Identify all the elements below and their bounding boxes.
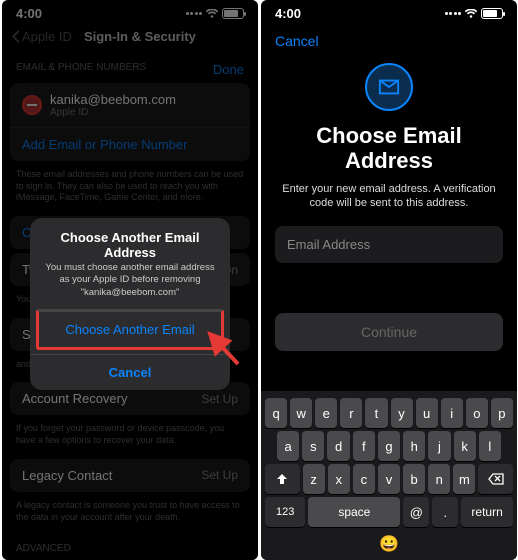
key-m[interactable]: m (453, 464, 475, 494)
battery-icon (481, 8, 503, 19)
email-input[interactable]: Email Address (275, 226, 503, 263)
at-key[interactable]: @ (403, 497, 429, 527)
settings-screen: 4:00 Apple ID Sign-In & Security EMAIL &… (2, 0, 258, 560)
screen-subtitle: Enter your new email address. A verifica… (261, 174, 517, 227)
key-j[interactable]: j (428, 431, 450, 461)
key-q[interactable]: q (265, 398, 287, 428)
screen-title: Choose Email Address (261, 123, 517, 174)
continue-button[interactable]: Continue (275, 313, 503, 351)
keyboard: qwertyuiop asdfghjkl zxcvbnm 123 space @… (261, 391, 517, 560)
alert-title: Choose Another Email Address (30, 218, 230, 262)
alert-dialog: Choose Another Email Address You must ch… (30, 218, 230, 390)
dot-key[interactable]: . (432, 497, 458, 527)
key-c[interactable]: c (353, 464, 375, 494)
key-w[interactable]: w (290, 398, 312, 428)
choose-another-email-button[interactable]: Choose Another Email (36, 309, 224, 350)
key-o[interactable]: o (466, 398, 488, 428)
numbers-key[interactable]: 123 (265, 497, 305, 527)
key-k[interactable]: k (454, 431, 476, 461)
key-t[interactable]: t (365, 398, 387, 428)
shift-key[interactable] (265, 464, 300, 494)
key-f[interactable]: f (353, 431, 375, 461)
alert-cancel-button[interactable]: Cancel (30, 354, 230, 390)
key-s[interactable]: s (302, 431, 324, 461)
key-h[interactable]: h (403, 431, 425, 461)
key-r[interactable]: r (340, 398, 362, 428)
status-bar: 4:00 (261, 0, 517, 23)
key-l[interactable]: l (479, 431, 501, 461)
key-u[interactable]: u (416, 398, 438, 428)
key-x[interactable]: x (328, 464, 350, 494)
return-key[interactable]: return (461, 497, 513, 527)
mail-icon (365, 63, 413, 111)
choose-email-screen: 4:00 Cancel Choose Email Address Enter y… (261, 0, 517, 560)
key-n[interactable]: n (428, 464, 450, 494)
key-g[interactable]: g (378, 431, 400, 461)
cancel-button[interactable]: Cancel (261, 23, 517, 59)
key-e[interactable]: e (315, 398, 337, 428)
alert-message: You must choose another email address as… (30, 262, 230, 309)
key-v[interactable]: v (378, 464, 400, 494)
wifi-icon (464, 9, 478, 19)
key-p[interactable]: p (491, 398, 513, 428)
space-key[interactable]: space (308, 497, 400, 527)
key-i[interactable]: i (441, 398, 463, 428)
key-a[interactable]: a (277, 431, 299, 461)
emoji-key[interactable]: 😀 (263, 530, 515, 554)
key-d[interactable]: d (327, 431, 349, 461)
clock: 4:00 (275, 6, 301, 21)
key-z[interactable]: z (303, 464, 325, 494)
key-y[interactable]: y (391, 398, 413, 428)
key-b[interactable]: b (403, 464, 425, 494)
backspace-key[interactable] (478, 464, 513, 494)
